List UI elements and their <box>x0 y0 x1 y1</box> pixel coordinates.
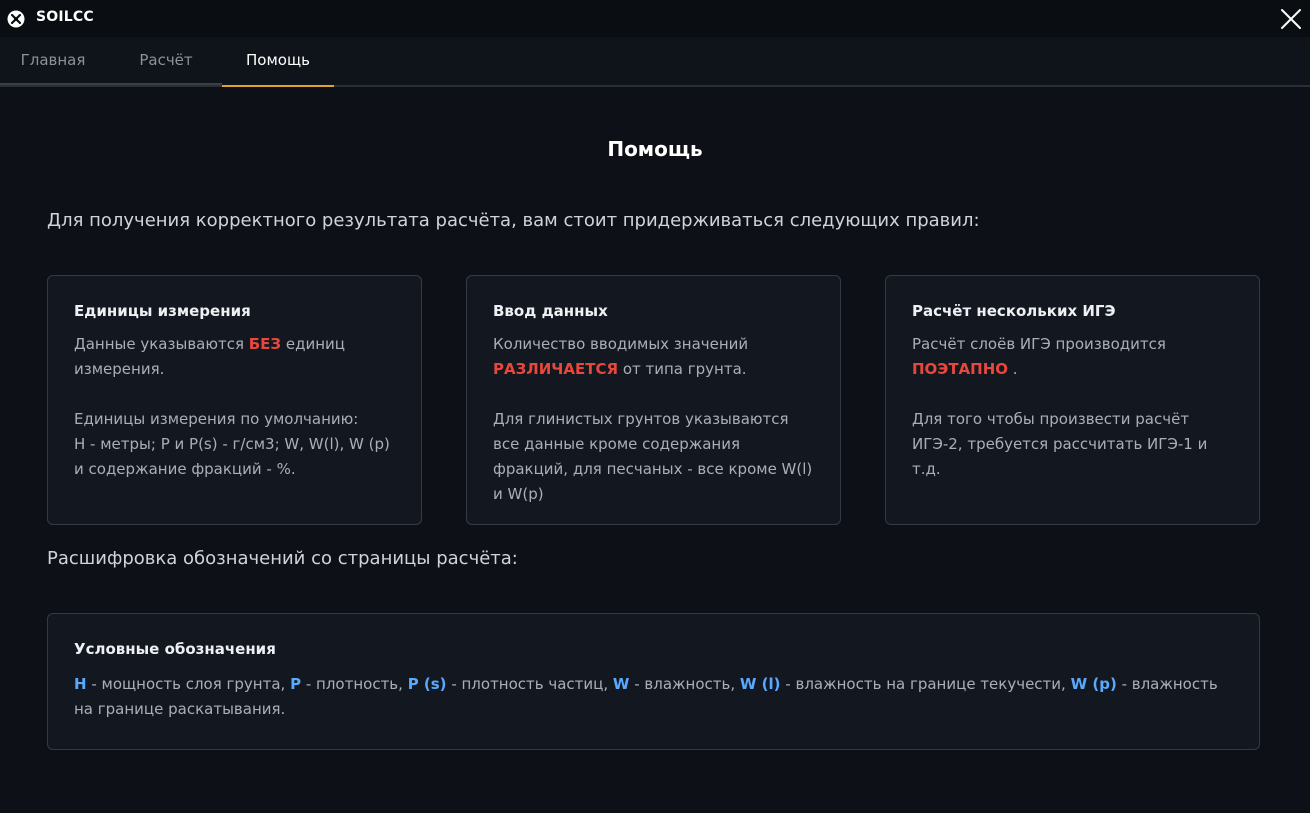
text-segment: от типа грунта. <box>618 360 747 378</box>
text-segment: . <box>1008 360 1018 378</box>
tab-main[interactable]: Главная <box>0 37 106 85</box>
emphasis-text: РАЗЛИЧАЕТСЯ <box>493 360 619 378</box>
card-multiple-layers: Расчёт нескольких ИГЭ Расчёт слоёв ИГЭ п… <box>885 275 1260 525</box>
page-title: Помощь <box>607 137 703 161</box>
app-logo-icon <box>7 10 25 28</box>
tab-help[interactable]: Помощь <box>222 37 334 87</box>
symbol-p: P <box>290 675 302 693</box>
legend-text: H - мощность слоя грунта, P - плотность,… <box>74 672 1233 722</box>
text-segment: H - метры; P и P(s) - г/см3; W, W(l), W … <box>74 435 390 478</box>
app-title: SOILCC <box>36 9 94 25</box>
symbol-ps: P (s) <box>407 675 447 693</box>
symbol-desc: - влажность, <box>629 675 740 693</box>
symbol-desc: - влажность на границе текучести, <box>780 675 1071 693</box>
card-title: Расчёт нескольких ИГЭ <box>912 302 1116 320</box>
card-paragraph: Данные указываются БЕЗ единиц измерения. <box>74 332 395 382</box>
symbol-desc: - плотность частиц, <box>446 675 613 693</box>
text-segment: Расчёт слоёв ИГЭ производится <box>912 335 1166 353</box>
title-bar: SOILCC <box>0 0 1310 37</box>
text-segment: Единицы измерения по умолчанию: <box>74 410 359 428</box>
card-paragraph: Единицы измерения по умолчанию: H - метры… <box>74 407 395 482</box>
symbol-desc: - плотность, <box>301 675 408 693</box>
symbol-h: H <box>74 675 87 693</box>
card-paragraph: Для глинистых грунтов указываются все да… <box>493 410 813 503</box>
card-title: Единицы измерения <box>74 302 251 320</box>
symbol-w: W <box>612 675 630 693</box>
legend-title: Условные обозначения <box>74 640 276 658</box>
intro-text: Для получения корректного результата рас… <box>47 210 980 231</box>
tab-bar: Главная Расчёт Помощь <box>0 37 1310 87</box>
card-data-input: Ввод данных Количество вводимых значений… <box>466 275 841 525</box>
card-units: Единицы измерения Данные указываются БЕЗ… <box>47 275 422 525</box>
card-paragraph: Для того чтобы произвести расчёт ИГЭ-2, … <box>912 410 1208 478</box>
legend-intro: Расшифровка обозначений со страницы расч… <box>47 548 518 569</box>
legend-card: Условные обозначения H - мощность слоя г… <box>47 613 1260 750</box>
symbol-wp: W (p) <box>1070 675 1117 693</box>
close-button[interactable] <box>1278 6 1304 32</box>
symbol-desc: - мощность слоя грунта, <box>86 675 291 693</box>
card-paragraph: Количество вводимых значений РАЗЛИЧАЕТСЯ… <box>493 332 814 382</box>
card-title: Ввод данных <box>493 302 608 320</box>
close-icon <box>1281 9 1301 29</box>
emphasis-text: ПОЭТАПНО <box>912 360 1009 378</box>
text-segment: Данные указываются <box>74 335 249 353</box>
emphasis-text: БЕЗ <box>248 335 282 353</box>
text-segment: Количество вводимых значений <box>493 335 749 353</box>
symbol-wl: W (l) <box>739 675 781 693</box>
card-paragraph: Расчёт слоёв ИГЭ производится ПОЭТАПНО . <box>912 332 1233 382</box>
tab-calculation[interactable]: Расчёт <box>116 37 216 85</box>
